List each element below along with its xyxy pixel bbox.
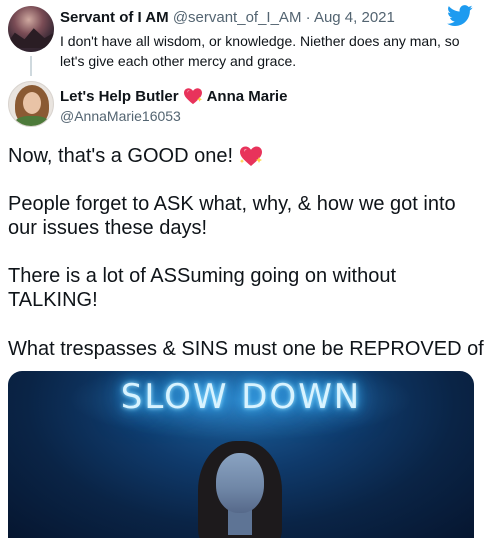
tweet-paragraph-3: There is a lot of ASSuming going on with… — [8, 265, 397, 311]
author-name-part2: Anna Marie — [206, 87, 288, 105]
tweet-paragraph-4: What trespasses & SINS must one be REPRO… — [8, 338, 484, 360]
sparkling-heart-icon — [239, 146, 263, 166]
thread-connector — [30, 56, 32, 76]
quoted-tweet-header: Servant of I AM @servant_of_I_AM · Aug 4… — [60, 9, 395, 26]
twitter-bird-icon[interactable] — [447, 5, 473, 27]
author-display-name[interactable]: Let's Help Butler Anna Marie — [60, 87, 287, 105]
tweet-line1-text: Now, that's a GOOD one! — [8, 145, 234, 167]
quoted-tweet-date[interactable]: Aug 4, 2021 — [314, 9, 395, 26]
sparkling-heart-icon — [183, 88, 202, 105]
author-name-part1: Let's Help Butler — [60, 87, 179, 105]
quoted-author-avatar[interactable] — [8, 6, 54, 52]
tweet-media-image[interactable]: SLOW DOWN — [8, 371, 474, 538]
tweet-author: Let's Help Butler Anna Marie @AnnaMarie1… — [0, 76, 484, 132]
quoted-tweet-text: I don't have all wisdom, or knowledge. N… — [60, 33, 460, 69]
quoted-tweet[interactable]: Servant of I AM @servant_of_I_AM · Aug 4… — [0, 0, 484, 80]
author-handle[interactable]: @AnnaMarie16053 — [60, 108, 181, 124]
woman-portrait — [194, 441, 286, 538]
tweet-paragraph-2: People forget to ASK what, why, & how we… — [8, 193, 456, 239]
quoted-author-name[interactable]: Servant of I AM — [60, 9, 169, 26]
tweet-text-line1: Now, that's a GOOD one! — [8, 144, 478, 168]
quoted-author-handle[interactable]: @servant_of_I_AM — [173, 9, 302, 26]
header-separator: · — [305, 9, 311, 26]
neon-sign-text: SLOW DOWN — [120, 377, 362, 417]
author-avatar[interactable] — [8, 81, 54, 127]
